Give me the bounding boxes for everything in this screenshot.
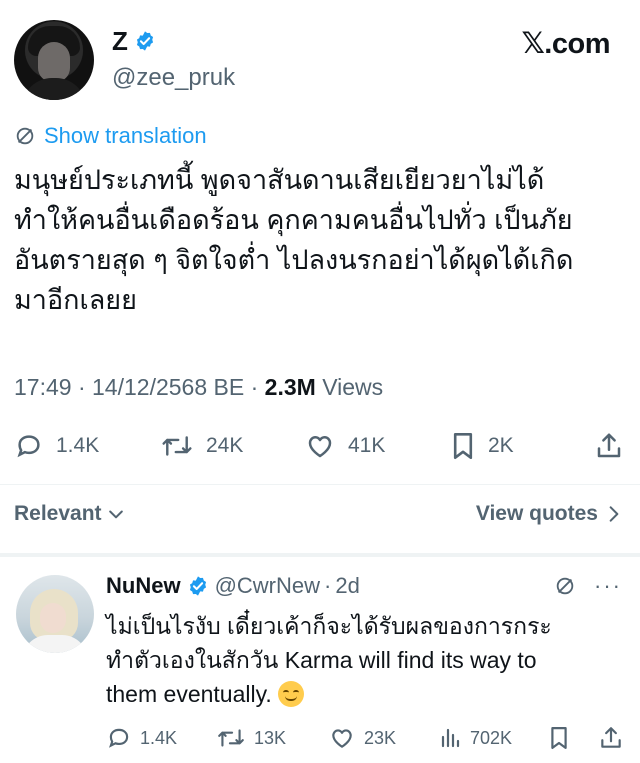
meta-separator: · [77, 374, 86, 400]
tweet-action-bar: 1.4K 24K 41K 2K [14, 428, 626, 464]
author-display-name[interactable]: Z [112, 26, 128, 56]
retweet-button[interactable]: 24K [160, 428, 243, 464]
bar-chart-icon [441, 728, 460, 748]
reply-separator: · [324, 573, 332, 598]
reply-retweet-button[interactable]: 13K [216, 723, 286, 753]
speech-bubble-icon [109, 728, 129, 748]
verified-badge-icon [189, 576, 206, 596]
tweet-time[interactable]: 17:49 [14, 374, 72, 400]
retweet-icon [162, 436, 192, 456]
reply-share-button[interactable] [598, 723, 632, 753]
reply-display-name[interactable]: NuNew [106, 573, 181, 599]
author-handle[interactable]: @zee_pruk [112, 64, 235, 92]
reply-reply-button[interactable]: 1.4K [106, 723, 177, 753]
reply-tools: ··· [554, 575, 622, 597]
more-dots-icon[interactable]: ··· [594, 575, 622, 597]
reply-header: NuNew @CwrNew · 2d [106, 571, 360, 601]
bookmark-icon [551, 726, 567, 749]
reply-views-button[interactable]: 702K [438, 723, 512, 753]
reply-views-count: 702K [470, 727, 513, 748]
reply-age[interactable]: 2d [335, 573, 359, 599]
reply-count: 1.4K [56, 434, 100, 457]
views-count: 2.3M [264, 374, 316, 400]
reply-action-bar: 1.4K 13K 23K 702K [106, 723, 626, 753]
globe-icon [16, 127, 34, 145]
tweet-meta: 17:49 · 14/12/2568 BE · 2.3M Views [14, 372, 383, 402]
bookmark-count: 2K [488, 434, 514, 457]
sort-label: Relevant [14, 502, 102, 525]
chevron-right-icon [609, 506, 619, 522]
author-avatar[interactable] [14, 20, 94, 100]
view-quotes-label: View quotes [475, 502, 598, 525]
reply-like-button[interactable]: 23K [328, 723, 396, 753]
sort-dropdown[interactable]: Relevant [14, 502, 126, 526]
heart-icon [332, 729, 352, 748]
bookmark-icon [453, 432, 473, 459]
reply-tweet[interactable]: NuNew @CwrNew · 2d ··· ไม่เป็นไรงับ เดี๋… [0, 557, 640, 763]
verified-badge-icon [136, 31, 154, 51]
like-count: 41K [348, 434, 386, 457]
bookmark-button[interactable]: 2K [450, 428, 514, 464]
site-watermark: 𝕏.com [521, 28, 610, 60]
reply-bookmark-button[interactable] [548, 723, 578, 753]
globe-icon[interactable] [554, 575, 576, 597]
share-icon [597, 433, 621, 458]
tweet-header: Z @zee_pruk 𝕏.com [0, 0, 640, 110]
retweet-icon [218, 729, 244, 747]
tweet-text: มนุษย์ประเภทนี้ พูดจาสันดานเสียเยียวยาไม… [14, 165, 574, 315]
reply-handle[interactable]: @CwrNew [215, 573, 320, 599]
show-translation-label: Show translation [44, 123, 207, 148]
reply-text-body: ไม่เป็นไรงับ เดี๋ยวเค้าก็จะได้รับผลของกา… [106, 613, 552, 707]
reply-avatar[interactable] [16, 575, 94, 653]
like-button[interactable]: 41K [304, 428, 385, 464]
meta-separator: · [250, 374, 259, 400]
share-icon [601, 727, 621, 748]
reply-button[interactable]: 1.4K [14, 428, 99, 464]
smiling-face-emoji [278, 681, 305, 707]
heart-icon [308, 436, 332, 458]
show-translation-link[interactable]: Show translation [14, 122, 207, 150]
tweet-date[interactable]: 14/12/2568 BE [92, 374, 244, 400]
reply-text: ไม่เป็นไรงับ เดี๋ยวเค้าก็จะได้รับผลของกา… [106, 609, 626, 711]
reply-retweet-count: 13K [254, 727, 287, 748]
share-button[interactable] [594, 428, 636, 464]
views-label: Views [322, 374, 384, 400]
view-quotes-link[interactable]: View quotes [476, 502, 622, 526]
retweet-count: 24K [206, 434, 244, 457]
reply-reply-count: 1.4K [140, 727, 178, 748]
speech-bubble-icon [17, 435, 40, 458]
reply-like-count: 23K [364, 727, 397, 748]
divider [0, 484, 640, 485]
chevron-down-icon [108, 510, 123, 519]
